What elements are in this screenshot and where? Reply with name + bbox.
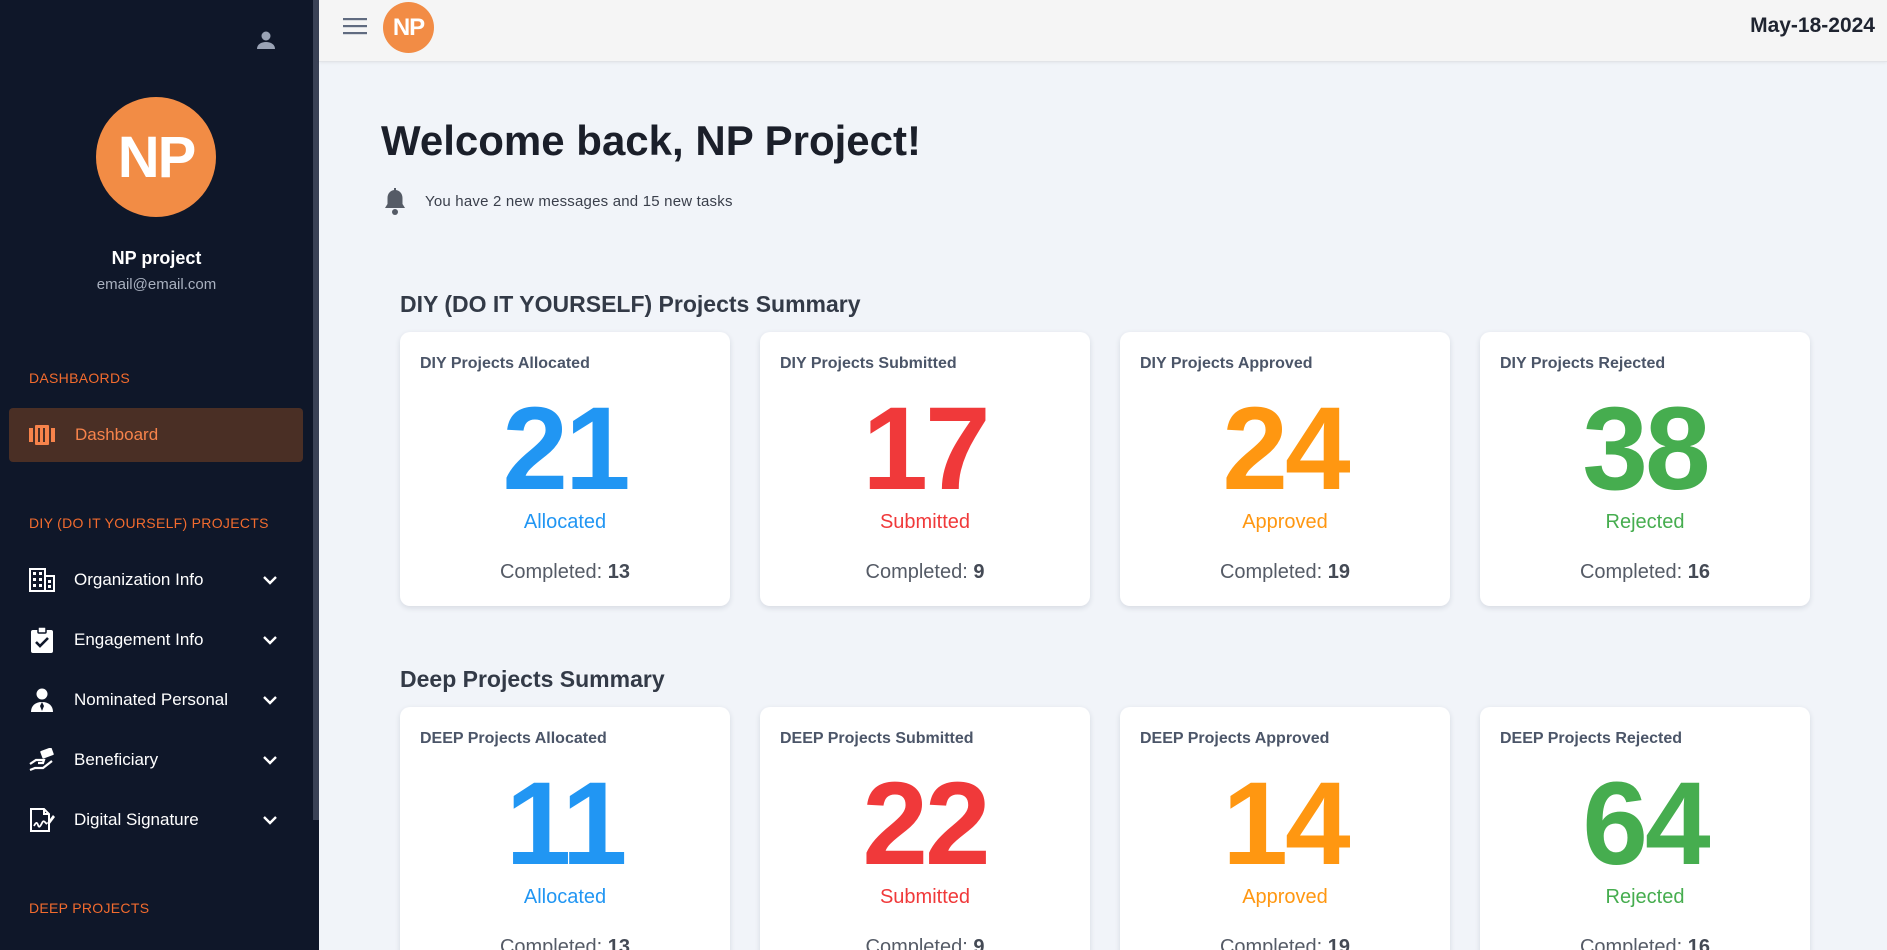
completed-label: Completed:: [1579, 936, 1688, 950]
diy-submitted-card[interactable]: DIY Projects Submitted 17 Submitted Comp…: [760, 332, 1090, 606]
page-title: Welcome back, NP Project!: [381, 117, 921, 164]
hand-money-icon: [29, 747, 55, 773]
card-title: DIY Projects Submitted: [780, 355, 957, 372]
card-completed: Completed: 19: [1120, 561, 1450, 584]
hamburger-icon: [343, 18, 367, 35]
section-title-dashboards: DASHBAORDS: [29, 370, 131, 386]
diy-allocated-card[interactable]: DIY Projects Allocated 21 Allocated Comp…: [400, 332, 730, 606]
completed-label: Completed:: [1579, 561, 1688, 583]
card-completed: Completed: 13: [400, 561, 730, 584]
building-icon: [29, 567, 55, 593]
card-status: Allocated: [523, 886, 607, 908]
profile-name: NP project: [111, 248, 202, 268]
account-button[interactable]: [252, 26, 280, 54]
completed-count: 9: [973, 561, 985, 583]
avatar: NP: [96, 97, 216, 217]
diy-approved-card[interactable]: DIY Projects Approved 24 Approved Comple…: [1120, 332, 1450, 606]
section-title-deep: DEEP PROJECTS: [29, 900, 150, 916]
chevron-down-icon[interactable]: [260, 570, 280, 590]
completed-count: 13: [607, 561, 631, 583]
card-title: DIY Projects Rejected: [1500, 355, 1666, 372]
card-number: 38: [1582, 383, 1710, 515]
sidebar-item-label: Dashboard: [75, 425, 159, 444]
menu-button[interactable]: [341, 14, 369, 38]
sidebar-item-nominated-personal[interactable]: Nominated Personal: [0, 675, 313, 725]
card-title: DEEP Projects Submitted: [780, 730, 974, 747]
card-number: 64: [1582, 758, 1710, 890]
chevron-down-icon[interactable]: [260, 810, 280, 830]
card-number: 14: [1222, 758, 1350, 890]
card-completed: Completed: 19: [1120, 936, 1450, 950]
card-status: Approved: [1242, 511, 1328, 533]
deep-submitted-card[interactable]: DEEP Projects Submitted 22 Submitted Com…: [760, 707, 1090, 950]
chevron-down-icon[interactable]: [260, 690, 280, 710]
card-status: Rejected: [1605, 886, 1685, 908]
completed-label: Completed:: [499, 936, 608, 950]
notification-text: You have 2 new messages and 15 new tasks: [425, 193, 733, 210]
sidebar-item-label: Beneficiary: [74, 750, 159, 769]
completed-label: Completed:: [865, 936, 974, 950]
person-tie-icon: [29, 687, 55, 713]
sidebar-item-label: Nominated Personal: [74, 690, 229, 709]
deep-allocated-card[interactable]: DEEP Projects Allocated 11 Allocated Com…: [400, 707, 730, 950]
section-title-diy: DIY (DO IT YOURSELF) PROJECTS: [29, 515, 269, 531]
completed-count: 19: [1327, 936, 1351, 950]
sidebar-item-label: Engagement Info: [74, 630, 204, 649]
completed-label: Completed:: [499, 561, 608, 583]
deep-summary-title: Deep Projects Summary: [400, 666, 665, 692]
card-number: 22: [862, 758, 990, 890]
card-title: DEEP Projects Approved: [1140, 730, 1330, 747]
chevron-down-icon[interactable]: [260, 630, 280, 650]
sidebar-item-engagement-info[interactable]: Engagement Info: [0, 615, 313, 665]
completed-label: Completed:: [865, 561, 974, 583]
card-status: Approved: [1242, 886, 1328, 908]
deep-rejected-card[interactable]: DEEP Projects Rejected 64 Rejected Compl…: [1480, 707, 1810, 950]
card-completed: Completed: 13: [400, 936, 730, 950]
user-icon: [257, 31, 275, 49]
completed-count: 13: [607, 936, 631, 950]
card-number: 24: [1222, 383, 1350, 515]
card-number: 21: [502, 383, 630, 515]
card-completed: Completed: 9: [760, 936, 1090, 950]
sidebar-item-label: Organization Info: [74, 570, 204, 589]
completed-label: Completed:: [1219, 561, 1328, 583]
card-completed: Completed: 16: [1480, 561, 1810, 584]
card-number: 17: [862, 383, 990, 515]
sidebar-item-beneficiary[interactable]: Beneficiary: [0, 735, 313, 785]
sidebar-item-label: Digital Signature: [74, 810, 199, 829]
sidebar-item-dashboard[interactable]: Dashboard: [9, 408, 303, 462]
diy-rejected-card[interactable]: DIY Projects Rejected 38 Rejected Comple…: [1480, 332, 1810, 606]
card-number: 11: [505, 758, 628, 890]
signature-icon: [29, 807, 55, 833]
header-date: May-18-2024: [1750, 14, 1875, 37]
bell-icon[interactable]: [383, 188, 407, 216]
completed-label: Completed:: [1219, 936, 1328, 950]
profile-email: email@email.com: [96, 276, 217, 293]
top-bar: NP May-18-2024: [319, 0, 1887, 62]
sidebar-item-digital-signature[interactable]: Digital Signature: [0, 795, 313, 845]
diy-summary-title: DIY (DO IT YOURSELF) Projects Summary: [400, 291, 861, 317]
card-status: Rejected: [1605, 511, 1685, 533]
card-completed: Completed: 16: [1480, 936, 1810, 950]
completed-count: 16: [1687, 561, 1711, 583]
completed-count: 19: [1327, 561, 1351, 583]
card-status: Allocated: [523, 511, 607, 533]
header-logo[interactable]: NP: [383, 2, 434, 53]
sidebar-item-organization-info[interactable]: Organization Info: [0, 555, 313, 605]
card-title: DIY Projects Approved: [1140, 355, 1313, 372]
card-title: DIY Projects Allocated: [420, 355, 590, 372]
chevron-down-icon[interactable]: [260, 750, 280, 770]
dashboard-icon: [29, 424, 55, 446]
card-title: DEEP Projects Allocated: [420, 730, 607, 747]
card-status: Submitted: [879, 886, 971, 908]
card-status: Submitted: [879, 511, 971, 533]
card-title: DEEP Projects Rejected: [1500, 730, 1683, 747]
sidebar-scrollbar[interactable]: [313, 0, 319, 820]
deep-approved-card[interactable]: DEEP Projects Approved 14 Approved Compl…: [1120, 707, 1450, 950]
completed-count: 16: [1687, 936, 1711, 950]
completed-count: 9: [973, 936, 985, 950]
clipboard-check-icon: [29, 627, 55, 653]
card-completed: Completed: 9: [760, 561, 1090, 584]
sidebar: NP NP project email@email.com DASHBAORDS…: [0, 0, 319, 950]
